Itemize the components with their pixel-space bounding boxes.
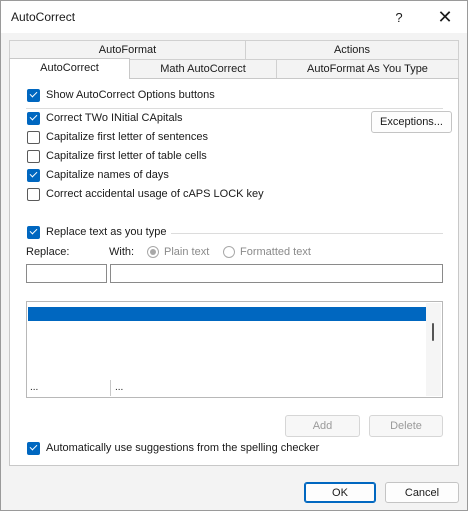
with-input[interactable] — [110, 264, 443, 283]
capitalize-table-cells-label: Capitalize first letter of table cells — [46, 150, 207, 162]
caps-lock-label: Correct accidental usage of cAPS LOCK ke… — [46, 188, 264, 200]
help-button[interactable]: ? — [379, 1, 419, 33]
capitalize-days-label: Capitalize names of days — [46, 169, 169, 181]
checkbox-checked-icon — [27, 88, 40, 102]
two-initial-capitals-label: Correct TWo INitial CApitals — [46, 112, 183, 124]
capitalize-days-checkbox[interactable]: Capitalize names of days — [27, 167, 169, 183]
autocorrect-dialog: AutoCorrect ? ✕ AutoFormat Actions AutoC… — [0, 0, 468, 511]
replace-text-label: Replace text as you type — [46, 226, 167, 238]
help-icon: ? — [395, 9, 403, 25]
tab-autoformat-as-you-type[interactable]: AutoFormat As You Type — [276, 59, 459, 78]
list-scrollbar[interactable] — [426, 303, 441, 396]
capitalize-sentences-label: Capitalize first letter of sentences — [46, 131, 209, 143]
plain-text-label: Plain text — [164, 246, 210, 258]
cancel-button[interactable]: Cancel — [385, 482, 459, 503]
formatted-text-radio[interactable]: Formatted text — [223, 246, 311, 258]
checkbox-checked-icon — [27, 168, 40, 182]
scrollbar-thumb[interactable] — [432, 323, 434, 341]
checkbox-checked-icon — [27, 225, 40, 239]
checkbox-unchecked-icon — [27, 187, 40, 201]
tab-autoformat[interactable]: AutoFormat — [9, 40, 246, 59]
add-button[interactable]: Add — [285, 415, 360, 437]
delete-button[interactable]: Delete — [369, 415, 443, 437]
window-title: AutoCorrect — [11, 10, 76, 24]
tab-math-autocorrect[interactable]: Math AutoCorrect — [129, 59, 277, 78]
tab-autocorrect[interactable]: AutoCorrect — [9, 58, 130, 79]
title-bar: AutoCorrect ? ✕ — [1, 1, 467, 33]
checkbox-unchecked-icon — [27, 149, 40, 163]
two-initial-capitals-checkbox[interactable]: Correct TWo INitial CApitals — [27, 110, 183, 126]
close-button[interactable]: ✕ — [425, 1, 465, 33]
list-item-selected[interactable] — [28, 307, 426, 321]
spelling-suggestions-label: Automatically use suggestions from the s… — [46, 442, 320, 454]
radio-unselected-icon — [223, 246, 235, 258]
radio-selected-icon — [147, 246, 159, 258]
tab-actions[interactable]: Actions — [245, 40, 459, 59]
close-icon: ✕ — [437, 6, 453, 27]
replace-label: Replace: — [26, 246, 70, 258]
show-autocorrect-buttons-checkbox[interactable]: Show AutoCorrect Options buttons — [27, 87, 215, 103]
list-cell-with[interactable]: ... — [115, 382, 123, 393]
replace-input[interactable] — [26, 264, 107, 283]
spelling-suggestions-checkbox[interactable]: Automatically use suggestions from the s… — [27, 440, 319, 456]
with-label: With: — [109, 246, 135, 258]
ok-button[interactable]: OK — [304, 482, 376, 503]
caps-lock-checkbox[interactable]: Correct accidental usage of cAPS LOCK ke… — [27, 186, 264, 202]
checkbox-checked-icon — [27, 441, 40, 455]
separator — [26, 108, 443, 109]
replace-text-checkbox[interactable]: Replace text as you type — [27, 224, 166, 240]
capitalize-table-cells-checkbox[interactable]: Capitalize first letter of table cells — [27, 148, 207, 164]
list-cell-replace[interactable]: ... — [30, 382, 38, 393]
exceptions-button[interactable]: Exceptions... — [371, 111, 452, 133]
checkbox-unchecked-icon — [27, 130, 40, 144]
capitalize-sentences-checkbox[interactable]: Capitalize first letter of sentences — [27, 129, 208, 145]
formatted-text-label: Formatted text — [240, 246, 311, 258]
checkbox-checked-icon — [27, 111, 40, 125]
plain-text-radio[interactable]: Plain text — [147, 246, 209, 258]
separator — [171, 233, 443, 234]
replacement-list[interactable]: ... ... — [26, 301, 443, 398]
show-autocorrect-buttons-label: Show AutoCorrect Options buttons — [46, 89, 215, 101]
column-divider — [110, 380, 111, 396]
